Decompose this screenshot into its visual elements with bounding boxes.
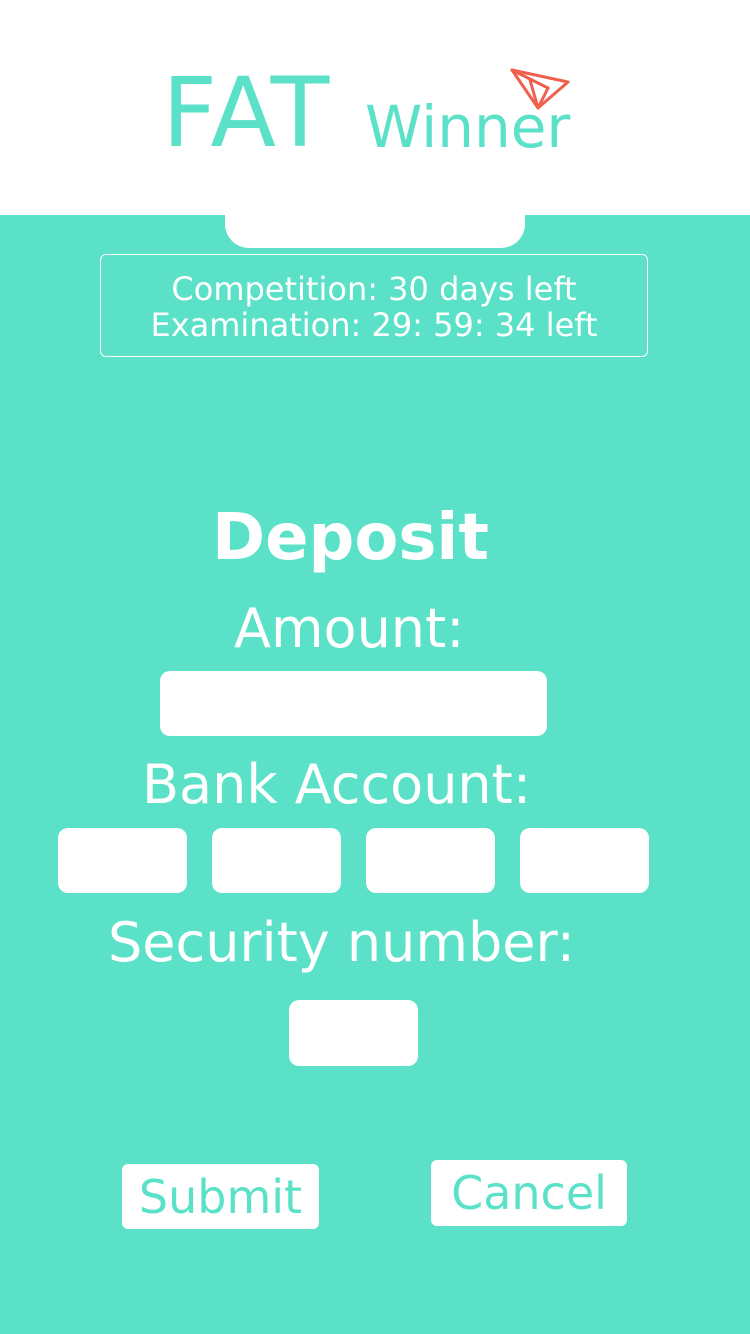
header-tab: [225, 200, 525, 248]
logo-fat-text: FAT: [162, 57, 332, 169]
cancel-button[interactable]: Cancel: [431, 1160, 627, 1226]
bank-account-field-1[interactable]: [58, 828, 187, 893]
deposit-title: Deposit: [212, 501, 489, 575]
bank-account-field-2[interactable]: [212, 828, 341, 893]
app-header: FAT Winner: [0, 0, 750, 215]
amount-input[interactable]: [160, 671, 547, 736]
competition-countdown: Competition: 30 days left: [171, 270, 577, 308]
submit-button[interactable]: Submit: [122, 1164, 319, 1229]
amount-label: Amount:: [234, 597, 465, 660]
countdown-panel: Competition: 30 days left Examination: 2…: [100, 254, 648, 357]
paper-plane-icon: [510, 68, 570, 110]
bank-account-field-4[interactable]: [520, 828, 649, 893]
examination-countdown: Examination: 29: 59: 34 left: [150, 306, 598, 344]
bank-account-label: Bank Account:: [142, 753, 532, 816]
security-number-input[interactable]: [289, 1000, 418, 1066]
security-number-label: Security number:: [108, 911, 575, 974]
bank-account-field-3[interactable]: [366, 828, 495, 893]
